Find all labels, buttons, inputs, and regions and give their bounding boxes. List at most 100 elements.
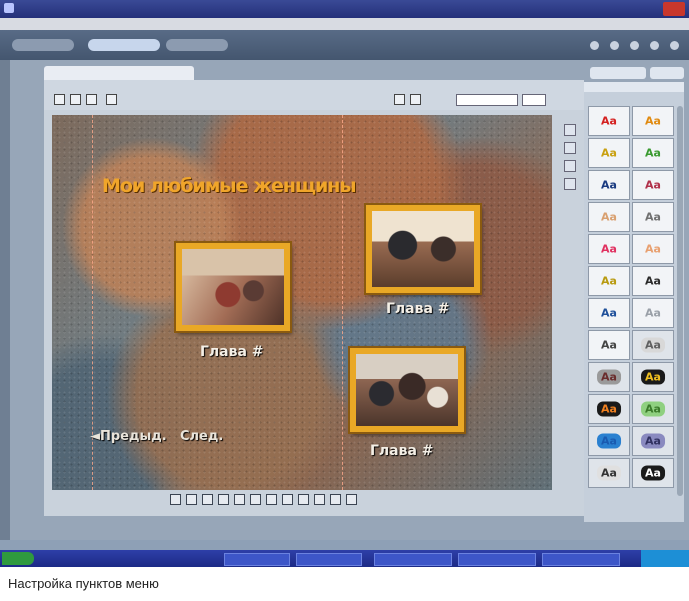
screenshot: Мои любимые женщины Глава # Глава # Глав… [0, 0, 689, 567]
toolbar-icon-2[interactable] [610, 41, 619, 50]
style-swatch[interactable]: Aa [632, 330, 674, 360]
figure-caption: Настройка пунктов меню [8, 576, 159, 591]
swatch-sample-text: Aa [601, 274, 617, 288]
bottom-tool-7[interactable] [266, 493, 277, 505]
swatch-sample-text: Aa [601, 242, 617, 256]
style-swatch[interactable]: Aa [632, 394, 674, 424]
bottom-tool-4[interactable] [218, 493, 229, 505]
style-swatch[interactable]: Aa [588, 298, 630, 328]
chapter-label-3[interactable]: Глава # [370, 443, 434, 459]
side-tool-4[interactable] [564, 178, 576, 190]
menu-bar [0, 18, 689, 30]
chapter-label-2[interactable]: Глава # [386, 301, 450, 317]
app-logo-icon [4, 3, 14, 13]
font-name-select[interactable] [456, 94, 518, 106]
chapter-thumbnail-3[interactable] [350, 348, 464, 432]
style-swatch[interactable]: Aa [588, 330, 630, 360]
style-swatch[interactable]: Aa [588, 170, 630, 200]
text-style-palette: Aa Aa Aa Aa Aa Aa Aa Aa Aa Aa Aa Aa Aa Aa Aa Aa Aa Aa Aa Aa… [584, 82, 684, 522]
status-bar [0, 540, 689, 550]
layout-button[interactable] [106, 94, 117, 105]
text-style-button[interactable] [394, 94, 405, 105]
style-swatch[interactable]: Aa [632, 362, 674, 392]
style-swatch[interactable]: Aa [632, 298, 674, 328]
swatch-sample-text: Aa [597, 433, 621, 449]
align-button[interactable] [86, 94, 97, 105]
swatch-sample-text: Aa [645, 274, 661, 288]
menu-title-text[interactable]: Мои любимые женщины [102, 175, 357, 197]
taskbar-item-2[interactable] [296, 553, 362, 566]
menu-canvas[interactable]: Мои любимые женщины Глава # Глава # Глав… [52, 115, 552, 490]
side-tool-1[interactable] [564, 124, 576, 136]
palette-scrollbar[interactable] [677, 106, 683, 496]
editor-side-tools [562, 118, 578, 198]
document-tab[interactable] [44, 66, 194, 80]
side-tool-3[interactable] [564, 160, 576, 172]
bottom-tool-8[interactable] [282, 493, 293, 505]
style-swatch[interactable]: Aa [632, 426, 674, 456]
chapter-thumbnail-1[interactable] [176, 243, 290, 331]
style-swatch[interactable]: Aa [588, 458, 630, 488]
swatch-sample-text: Aa [601, 306, 617, 320]
tab-capture[interactable] [12, 39, 74, 51]
style-swatch[interactable]: Aa [588, 362, 630, 392]
tab-make-disc[interactable] [166, 39, 228, 51]
chapter-label-1[interactable]: Глава # [200, 344, 264, 360]
bottom-tool-2[interactable] [186, 493, 197, 505]
style-swatch[interactable]: Aa [632, 106, 674, 136]
toolbar-icon-4[interactable] [650, 41, 659, 50]
side-tool-2[interactable] [564, 142, 576, 154]
style-swatch-grid: Aa Aa Aa Aa Aa Aa Aa Aa Aa Aa Aa Aa Aa Aa Aa Aa Aa Aa Aa Aa… [588, 106, 676, 488]
start-button[interactable] [2, 552, 34, 565]
style-swatch[interactable]: Aa [632, 458, 674, 488]
bottom-tool-12[interactable] [346, 493, 357, 505]
style-swatch[interactable]: Aa [588, 234, 630, 264]
grid-button[interactable] [70, 94, 81, 105]
swatch-sample-text: Aa [597, 401, 621, 417]
document-controls[interactable] [590, 67, 646, 79]
document-nav[interactable] [650, 67, 684, 79]
taskbar-item-3[interactable] [374, 553, 452, 566]
bottom-tool-9[interactable] [298, 493, 309, 505]
chapter-thumbnail-2[interactable] [366, 205, 480, 293]
swatch-sample-text: Aa [645, 146, 661, 160]
style-swatch[interactable]: Aa [588, 106, 630, 136]
style-swatch[interactable]: Aa [632, 170, 674, 200]
toolbar-icon-1[interactable] [590, 41, 599, 50]
safe-area-button[interactable] [54, 94, 65, 105]
style-swatch[interactable]: Aa [588, 266, 630, 296]
style-swatch[interactable]: Aa [632, 138, 674, 168]
safe-area-guide-center [342, 115, 343, 490]
toolbar-icon-3[interactable] [630, 41, 639, 50]
style-swatch[interactable]: Aa [632, 266, 674, 296]
bottom-tool-6[interactable] [250, 493, 261, 505]
window-close-button[interactable] [663, 2, 685, 16]
taskbar-item-1[interactable] [224, 553, 290, 566]
taskbar-item-4[interactable] [458, 553, 536, 566]
bottom-tool-10[interactable] [314, 493, 325, 505]
swatch-sample-text: Aa [641, 433, 665, 449]
style-swatch[interactable]: Aa [588, 394, 630, 424]
style-swatch[interactable]: Aa [588, 426, 630, 456]
style-swatch[interactable]: Aa [588, 202, 630, 232]
tab-edit[interactable] [88, 39, 160, 51]
taskbar-item-5[interactable] [542, 553, 620, 566]
swatch-sample-text: Aa [601, 146, 617, 160]
swatch-sample-text: Aa [641, 465, 665, 481]
swatch-sample-text: Aa [645, 210, 661, 224]
bottom-tool-1[interactable] [170, 493, 181, 505]
bottom-tool-5[interactable] [234, 493, 245, 505]
bottom-tool-11[interactable] [330, 493, 341, 505]
next-button[interactable]: След. [180, 429, 223, 444]
swatch-sample-text: Aa [641, 401, 665, 417]
help-icon[interactable] [670, 41, 679, 50]
style-swatch[interactable]: Aa [632, 234, 674, 264]
style-swatch[interactable]: Aa [632, 202, 674, 232]
swatch-sample-text: Aa [641, 369, 665, 385]
prev-button[interactable]: ◄Предыд. [90, 429, 167, 444]
font-size-select[interactable] [522, 94, 546, 106]
text-color-button[interactable] [410, 94, 421, 105]
swatch-sample-text: Aa [597, 465, 621, 481]
bottom-tool-3[interactable] [202, 493, 213, 505]
style-swatch[interactable]: Aa [588, 138, 630, 168]
